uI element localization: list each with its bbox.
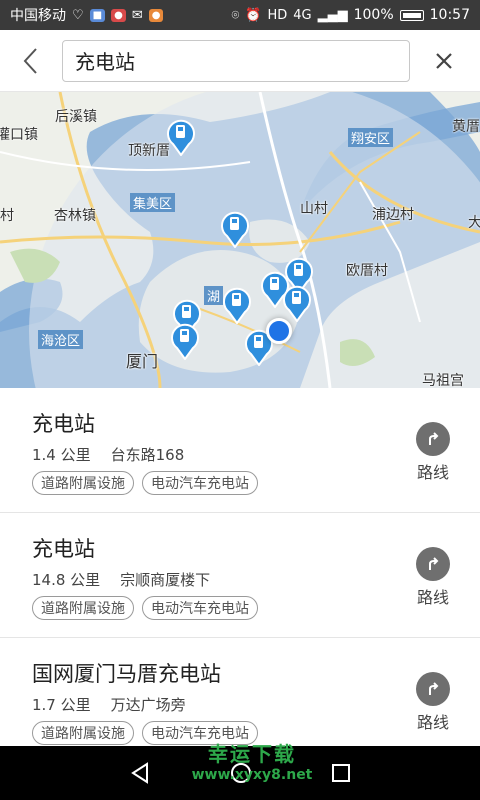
heart-icon: ♡ [72,7,84,23]
map-label-hu: 湖 [204,286,224,305]
map-label-huangcuo: 黄厝 [452,119,480,135]
signal-icon: ▂▄▆ [317,7,348,23]
result-distance: 1.7 公里 [32,696,91,714]
route-label: 路线 [416,588,449,607]
route-label: 路线 [416,713,449,732]
map-label-houxi: 后溪镇 [55,109,97,125]
search-header: 充电站 [0,30,480,92]
map-label-xinglin: 杏林镇 [54,208,96,224]
back-nav-button[interactable] [129,762,151,784]
tag: 电动汽车充电站 [142,471,258,495]
result-list: 充电站 1.4 公里 台东路168 道路附属设施 电动汽车充电站 路线 充电站 … [0,388,480,763]
tag: 道路附属设施 [32,471,134,495]
list-item[interactable]: 国网厦门马厝充电站 1.7 公里 万达广场旁 道路附属设施 电动汽车充电站 路线 [0,638,480,763]
clear-button[interactable] [410,30,478,92]
result-address: 万达广场旁 [110,696,186,714]
tag: 道路附属设施 [32,721,134,745]
search-input-value: 充电站 [75,50,135,74]
tag: 电动汽车充电站 [142,721,258,745]
result-address: 宗顺商厦楼下 [120,571,211,589]
close-icon [436,52,452,69]
list-item[interactable]: 充电站 1.4 公里 台东路168 道路附属设施 电动汽车充电站 路线 [0,388,480,513]
status-right: ⌾ ⏰ HD 4G ▂▄▆ 100% 10:57 [231,7,470,23]
mail-icon: ✉ [131,7,143,23]
map-label-xiamen: 厦门 [126,352,159,371]
result-address: 台东路168 [110,446,185,464]
result-distance: 1.4 公里 [32,446,91,464]
map-label-mazuhong: 马祖宫 [422,373,464,388]
result-title: 充电站 [32,412,95,436]
charging-station-pin[interactable] [166,118,196,156]
result-tags: 道路附属设施 电动汽车充电站 [32,471,258,495]
map-label-xiangan: 翔安区 [348,128,394,147]
app-notification-icon: ■ [89,8,106,22]
route-arrow-icon [416,422,450,456]
map-label-da: 大 [468,215,480,231]
alarm-icon: ⏰ [245,7,262,23]
battery-percent: 100% [353,7,394,23]
tag: 道路附属设施 [32,596,134,620]
home-nav-button[interactable] [230,762,252,784]
back-button[interactable] [0,30,62,92]
network-type-label: 4G [293,7,312,23]
status-bar: 中国移动 ♡ ■ ● ✉ ● ⌾ ⏰ HD 4G ▂▄▆ 100% 10:57 [0,0,480,30]
carrier-label: 中国移动 [10,8,66,24]
battery-icon [399,9,424,21]
map-label-oucuocun: 欧厝村 [346,263,388,279]
route-arrow-icon [416,547,450,581]
clock: 10:57 [429,7,470,23]
news-notification-icon: ● [111,8,126,22]
charging-station-pin[interactable] [282,284,312,322]
charging-station-pin[interactable] [222,286,252,324]
map-label-pubiancun: 浦边村 [372,207,414,223]
map-view[interactable]: 后溪镇 灌口镇 顶新厝 集美区 杏林镇 村 海沧区 厦门 湖 山村 浦边村 欧厝… [0,92,480,388]
navigation-bar [0,746,480,800]
route-button[interactable]: 路线 [405,547,461,608]
route-button[interactable]: 路线 [405,422,461,483]
map-label-shancun: 山村 [300,201,328,217]
map-label-cun: 村 [0,208,14,224]
route-label: 路线 [416,463,449,482]
result-meta: 1.4 公里 台东路168 [32,444,184,465]
search-input[interactable]: 充电站 [62,39,410,82]
charging-station-pin[interactable] [220,210,250,248]
result-title: 充电站 [32,537,95,561]
status-left: 中国移动 ♡ ■ ● ✉ ● [10,5,164,25]
result-meta: 14.8 公里 宗顺商厦楼下 [32,569,210,590]
result-tags: 道路附属设施 电动汽车充电站 [32,721,258,745]
result-meta: 1.7 公里 万达广场旁 [32,694,186,715]
hd-icon: HD [267,7,288,23]
current-location-marker [266,318,292,344]
route-arrow-icon [416,672,450,706]
recents-nav-button[interactable] [331,763,351,783]
tag: 电动汽车充电站 [142,596,258,620]
charging-station-pin[interactable] [170,322,200,360]
route-button[interactable]: 路线 [405,672,461,733]
result-distance: 14.8 公里 [32,571,101,589]
result-tags: 道路附属设施 电动汽车充电站 [32,596,258,620]
map-label-jiankou: 灌口镇 [0,127,38,143]
location-icon: ⌾ [231,7,240,23]
list-item[interactable]: 充电站 14.8 公里 宗顺商厦楼下 道路附属设施 电动汽车充电站 路线 [0,513,480,638]
result-title: 国网厦门马厝充电站 [32,662,221,686]
map-label-jimei: 集美区 [130,193,176,212]
map-label-dingxincuo: 顶新厝 [128,143,170,159]
map-label-haicang: 海沧区 [38,330,84,349]
chevron-left-icon [23,47,37,74]
map-notification-icon: ● [148,8,164,22]
